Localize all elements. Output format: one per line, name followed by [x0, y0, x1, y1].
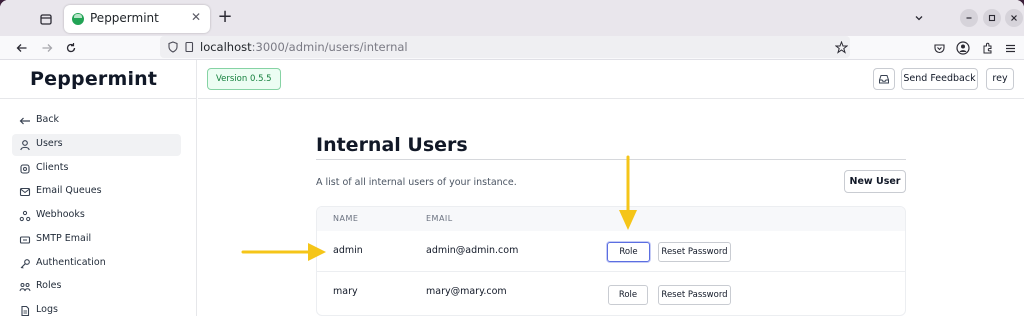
inbox-icon[interactable]: [873, 68, 895, 90]
user-name: admin: [333, 245, 363, 256]
arrow-left-icon: [18, 114, 32, 128]
key-icon: [18, 257, 32, 271]
roles-icon: [18, 280, 32, 294]
tab-bar: Peppermint ✕ +: [0, 0, 1024, 36]
title-divider: [316, 159, 906, 160]
peppermint-favicon-icon: [72, 13, 84, 25]
sidebar-item-roles[interactable]: Roles: [12, 276, 181, 298]
sidebar-item-label: Email Queues: [36, 185, 102, 196]
sidebar-item-authentication[interactable]: Authentication: [12, 253, 181, 275]
send-feedback-button[interactable]: Send Feedback: [901, 68, 978, 90]
url-bar[interactable]: localhost:3000/admin/users/internal: [160, 36, 850, 58]
app-header: Version 0.5.5 Send Feedback rey: [198, 60, 1024, 99]
reset-password-button[interactable]: Reset Password: [658, 242, 731, 262]
sidebar-item-webhooks[interactable]: Webhooks: [12, 205, 181, 227]
sidebar-item-email-queues[interactable]: Email Queues: [12, 181, 181, 203]
chevron-down-icon[interactable]: [910, 9, 928, 27]
back-arrow-icon[interactable]: [12, 38, 32, 58]
sidebar-item-label: Back: [36, 114, 60, 125]
tab-list-icon[interactable]: [34, 8, 58, 30]
user-icon: [18, 138, 32, 152]
document-icon: [18, 304, 32, 316]
sidebar-item-logs[interactable]: Logs: [12, 300, 181, 316]
app-area: Peppermint Back Users Clients Email Queu…: [0, 60, 1024, 316]
new-user-button[interactable]: New User: [844, 170, 906, 193]
close-tab-icon[interactable]: ✕: [188, 10, 204, 24]
clients-icon: [18, 162, 32, 176]
users-table: NAME EMAIL admin admin@admin.com Role Re…: [316, 206, 906, 316]
annotation-arrow-right-icon: [241, 243, 326, 261]
sidebar-item-users[interactable]: Users: [12, 134, 181, 156]
user-email: mary@mary.com: [426, 286, 507, 297]
sidebar-item-label: Authentication: [36, 257, 106, 268]
table-row: admin admin@admin.com Role Reset Passwor…: [317, 231, 905, 271]
column-header-name: NAME: [333, 214, 359, 223]
minimize-icon[interactable]: [960, 9, 978, 27]
sidebar-item-label: Roles: [36, 280, 62, 291]
annotation-arrow-down-icon: [619, 155, 637, 230]
browser-window: Peppermint ✕ + localhost:3000/admin/user…: [0, 0, 1024, 316]
user-menu-button[interactable]: rey: [986, 68, 1014, 90]
sidebar-item-clients[interactable]: Clients: [12, 158, 181, 180]
user-email: admin@admin.com: [426, 245, 519, 256]
sidebar-item-label: Webhooks: [36, 209, 85, 220]
page-info-icon[interactable]: [180, 38, 198, 56]
new-tab-icon[interactable]: +: [216, 8, 234, 28]
account-icon[interactable]: [954, 39, 972, 57]
webhook-icon: [18, 209, 32, 223]
mail-icon: [18, 185, 32, 199]
sidebar-item-label: Clients: [36, 162, 69, 173]
bookmark-star-icon[interactable]: [832, 38, 850, 56]
role-button[interactable]: Role: [607, 242, 650, 262]
browser-tab[interactable]: Peppermint ✕: [64, 5, 210, 33]
page-title: Internal Users: [316, 134, 468, 156]
sidebar-item-back[interactable]: Back: [12, 110, 181, 132]
maximize-icon[interactable]: [983, 9, 1001, 27]
column-header-email: EMAIL: [426, 214, 453, 223]
reload-icon[interactable]: [61, 38, 81, 58]
extensions-icon[interactable]: [978, 39, 996, 57]
smtp-icon: [18, 233, 32, 247]
table-header: NAME EMAIL: [317, 207, 905, 231]
close-window-icon[interactable]: [1005, 9, 1023, 27]
sidebar-item-label: Users: [36, 138, 63, 149]
reset-password-button[interactable]: Reset Password: [658, 285, 731, 305]
url-host: localhost: [200, 40, 252, 54]
forward-arrow-icon[interactable]: [37, 38, 57, 58]
navigation-bar: localhost:3000/admin/users/internal: [0, 36, 1024, 60]
table-row: mary mary@mary.com Role Reset Password: [317, 271, 905, 311]
url-path: :3000/admin/users/internal: [251, 40, 408, 54]
sidebar-item-label: SMTP Email: [36, 233, 92, 244]
menu-icon[interactable]: [1001, 39, 1019, 57]
user-name: mary: [333, 286, 358, 297]
role-button[interactable]: Role: [608, 285, 648, 305]
page-description: A list of all internal users of your ins…: [316, 177, 517, 188]
url-text[interactable]: localhost:3000/admin/users/internal: [200, 40, 408, 54]
sidebar-item-label: Logs: [36, 304, 58, 315]
sidebar: Peppermint Back Users Clients Email Queu…: [0, 60, 197, 316]
version-badge: Version 0.5.5: [207, 68, 281, 90]
sidebar-divider: [0, 98, 197, 99]
brand-logo[interactable]: Peppermint: [30, 68, 157, 90]
sidebar-item-smtp-email[interactable]: SMTP Email: [12, 229, 181, 251]
pocket-icon[interactable]: [930, 39, 948, 57]
tab-title: Peppermint: [90, 11, 159, 25]
